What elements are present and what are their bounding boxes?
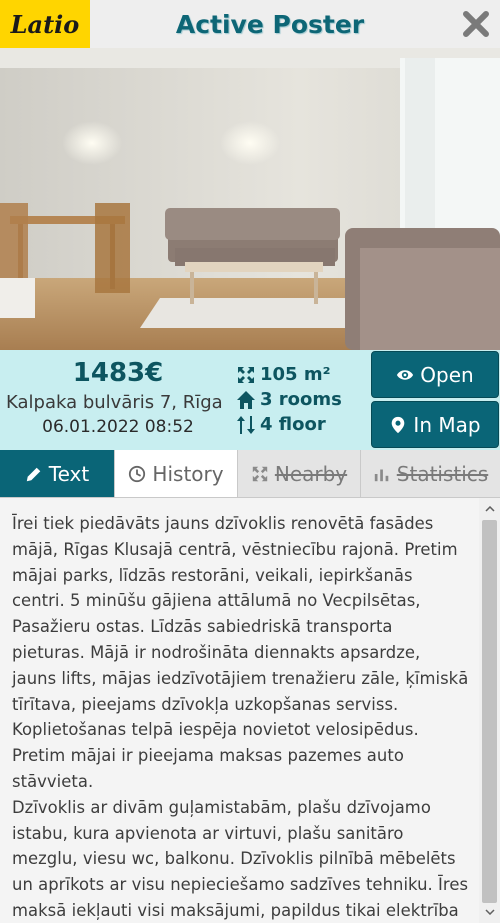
- spec-floor: 4 floor: [236, 412, 370, 437]
- tab-text-label: Text: [48, 461, 90, 486]
- specs: 105 m² 3 rooms 4 floor: [236, 362, 370, 437]
- logo: Latio: [0, 0, 90, 48]
- description-text: Īrei tiek piedāvāts jauns dzīvoklis reno…: [0, 498, 479, 923]
- address: Kalpaka bulvāris 7, Rīga: [6, 392, 223, 413]
- spec-rooms: 3 rooms: [236, 387, 370, 412]
- sort-arrows-icon: [237, 415, 255, 434]
- eye-icon: [397, 369, 414, 380]
- scrollbar-thumb[interactable]: [482, 520, 497, 903]
- page-title: Active Poster: [175, 9, 365, 39]
- rooms-text: 3 rooms: [260, 389, 342, 410]
- scrollbar[interactable]: [479, 498, 500, 923]
- description-paragraph: Īrei tiek piedāvāts jauns dzīvoklis reno…: [12, 514, 469, 791]
- tab-text[interactable]: Text: [0, 450, 115, 497]
- in-map-label: In Map: [413, 412, 481, 437]
- tab-statistics-label: Statistics: [396, 461, 489, 486]
- scroll-up-arrow[interactable]: [479, 498, 500, 520]
- close-icon[interactable]: [462, 10, 490, 38]
- spec-area: 105 m²: [236, 362, 370, 387]
- tab-history[interactable]: History: [115, 450, 238, 497]
- description-panel: Īrei tiek piedāvāts jauns dzīvoklis reno…: [0, 498, 479, 923]
- area-text: 105 m²: [260, 364, 331, 385]
- open-label: Open: [420, 362, 474, 387]
- home-icon: [237, 390, 255, 409]
- tab-nearby[interactable]: Nearby: [238, 450, 361, 497]
- price: 1483€: [72, 358, 164, 388]
- tab-bar: Text History Nearby Statistics: [0, 450, 500, 498]
- map-marker-icon: [392, 416, 405, 433]
- description-paragraph: Dzīvoklis ar divām guļamistabām, plašu d…: [12, 797, 469, 920]
- chart-icon: [374, 469, 389, 481]
- floor-text: 4 floor: [260, 414, 326, 435]
- tab-history-label: History: [152, 461, 224, 486]
- scroll-down-arrow[interactable]: [479, 901, 500, 923]
- tab-nearby-label: Nearby: [274, 461, 348, 486]
- expand-icon: [238, 366, 254, 383]
- clock-icon: [129, 465, 146, 482]
- tab-statistics[interactable]: Statistics: [361, 450, 500, 497]
- open-button[interactable]: Open: [371, 351, 499, 398]
- pencil-icon: [26, 467, 41, 481]
- listing-photo: [0, 48, 500, 350]
- expand-icon: [252, 466, 268, 481]
- logo-text: Latio: [10, 9, 80, 39]
- header-bar: Latio Active Poster: [0, 0, 500, 48]
- in-map-button[interactable]: In Map: [371, 401, 499, 448]
- post-date: 06.01.2022 08:52: [42, 417, 194, 437]
